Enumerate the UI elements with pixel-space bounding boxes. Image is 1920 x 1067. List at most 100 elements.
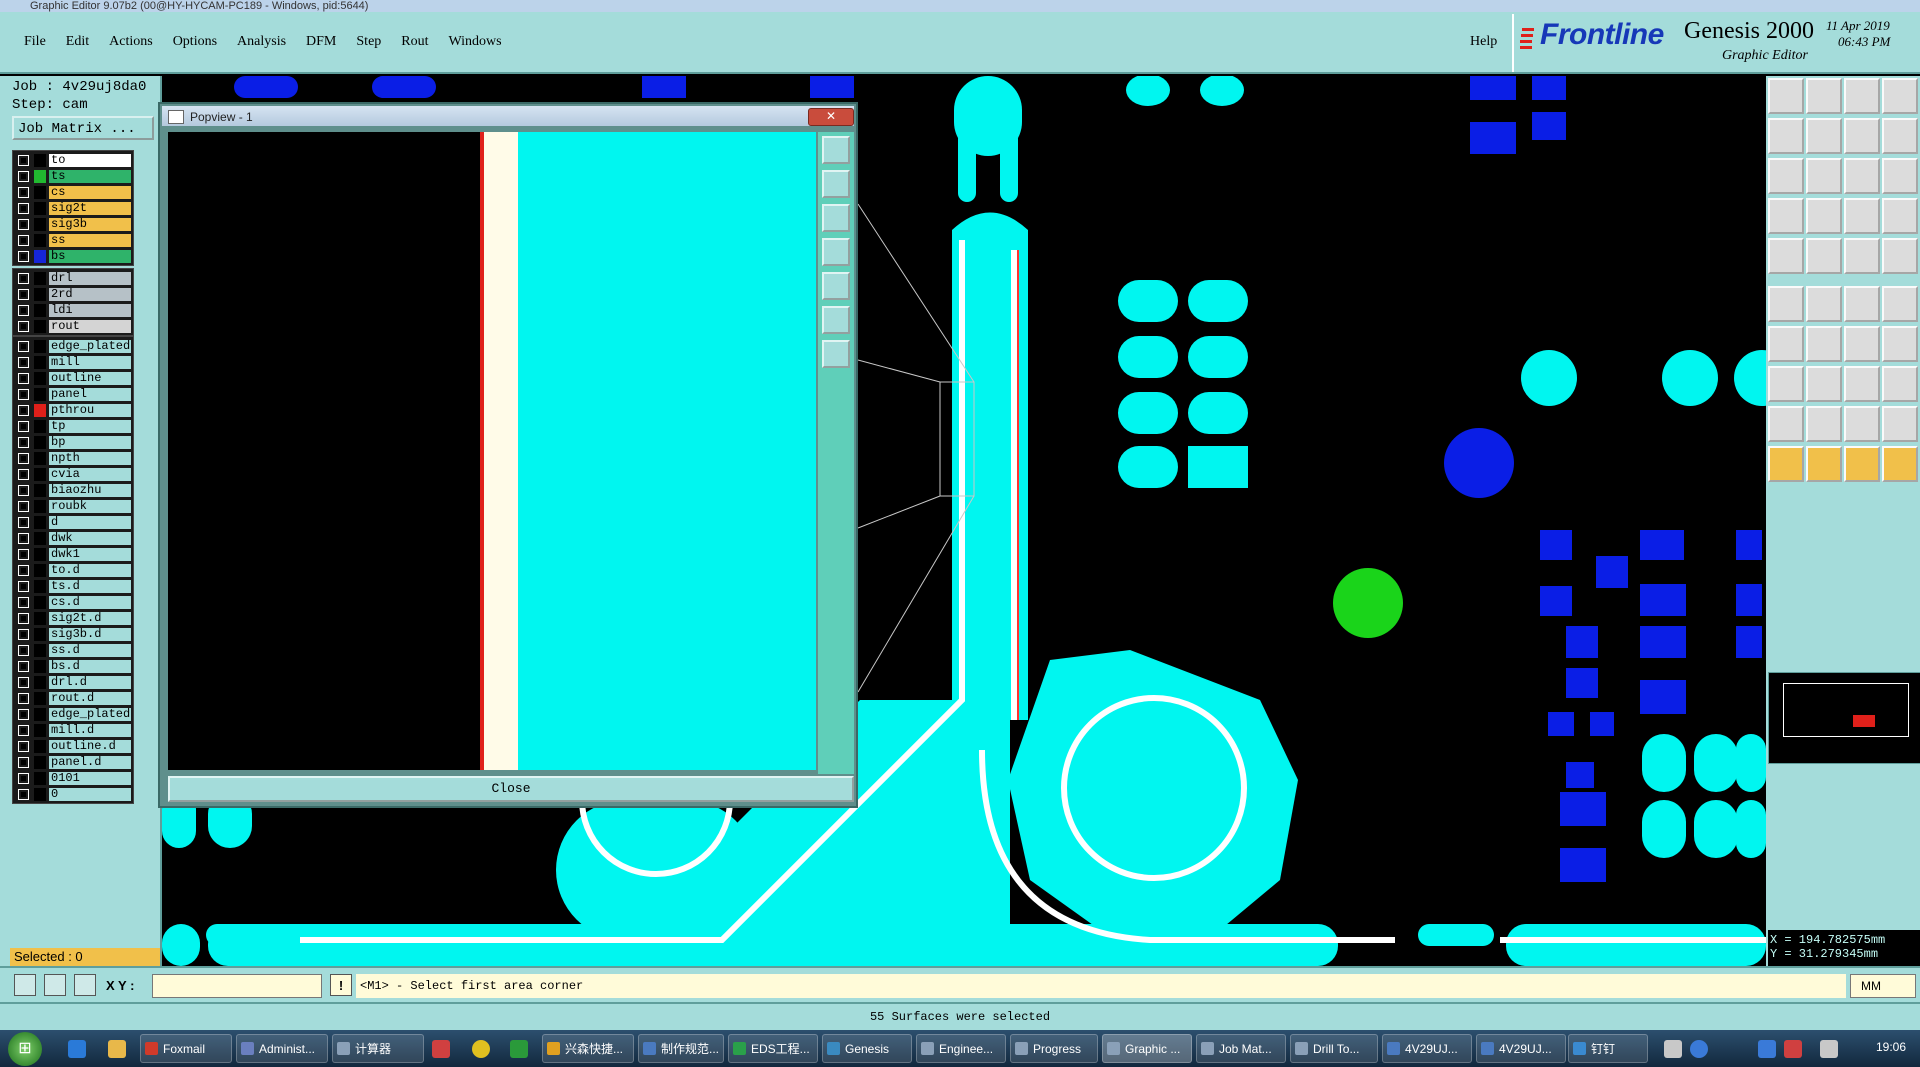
layer-row[interactable]: rout.d [13,690,133,706]
pan-icon[interactable] [1768,158,1804,194]
pointer3-icon[interactable] [1844,446,1880,482]
close-icon[interactable]: ✕ [808,108,854,126]
layer-color-swatch[interactable] [34,499,46,513]
layer-name[interactable]: sig3b.d [49,627,131,641]
triangle-icon[interactable] [1768,406,1804,442]
layer-color-swatch[interactable] [34,675,46,689]
layer-row[interactable]: drl.d [13,674,133,690]
layer-color-swatch[interactable] [34,387,46,401]
layer-row[interactable]: ldi [13,302,133,318]
zoom-out-icon[interactable] [822,306,850,334]
layer-name[interactable]: edge_plated [49,339,131,353]
layer-checkbox[interactable] [18,580,29,592]
layer-name[interactable]: drl [49,271,131,285]
layer-row[interactable]: ts.d [13,578,133,594]
layer-color-swatch[interactable] [34,403,46,417]
layer-checkbox[interactable] [18,154,29,166]
layer-row[interactable]: roubk [13,498,133,514]
menu-help[interactable]: Help [1460,34,1507,50]
pointer2-icon[interactable] [1806,446,1842,482]
layer-checkbox[interactable] [18,452,29,464]
layer-row[interactable]: biaozhu [13,482,133,498]
dot-icon[interactable] [1882,238,1918,274]
layout-icon[interactable] [1882,78,1918,114]
layer-name[interactable]: outline.d [49,739,131,753]
layer-color-swatch[interactable] [34,371,46,385]
layer-row[interactable]: panel [13,386,133,402]
triangle2-icon[interactable] [1806,406,1842,442]
taskbar-item[interactable]: Genesis [822,1034,912,1063]
folder-icon[interactable] [108,1040,126,1058]
volume-icon[interactable] [1820,1040,1838,1058]
query-icon[interactable] [1882,158,1918,194]
measure-icon[interactable] [44,974,66,996]
layer-name[interactable]: 0 [49,787,131,801]
layer-color-swatch[interactable] [34,319,46,333]
layer-name[interactable]: bs.d [49,659,131,673]
layer-name[interactable]: dwk1 [49,547,131,561]
zoom-window-icon[interactable] [822,136,850,164]
layer-checkbox[interactable] [18,660,29,672]
layer-checkbox[interactable] [18,596,29,608]
layer-row[interactable]: panel.d [13,754,133,770]
layer-checkbox[interactable] [18,170,29,182]
popview-canvas[interactable] [168,132,816,770]
layer-color-swatch[interactable] [34,723,46,737]
xy-input[interactable] [152,974,322,998]
ruler-icon[interactable] [1844,238,1880,274]
menu-options[interactable]: Options [163,34,227,50]
layer-checkbox[interactable] [18,644,29,656]
menu-step[interactable]: Step [346,34,391,50]
layer-checkbox[interactable] [18,692,29,704]
layer-name[interactable]: rout.d [49,691,131,705]
taskbar-item[interactable]: EDS工程... [728,1034,818,1063]
layer-name[interactable]: ss.d [49,643,131,657]
taskbar-item[interactable]: 制作规范... [638,1034,724,1063]
layer-name[interactable]: panel [49,387,131,401]
layer-row[interactable]: sig3b [13,216,133,232]
layer-color-swatch[interactable] [34,287,46,301]
layer-name[interactable]: ts.d [49,579,131,593]
layer-row[interactable]: edge_plated [13,706,133,722]
layer-checkbox[interactable] [18,304,29,316]
ie-icon[interactable] [68,1040,86,1058]
popview-close-button[interactable]: Close [168,776,854,802]
layer-color-swatch[interactable] [34,787,46,801]
layer-row[interactable]: to [13,152,133,168]
prompt-icon[interactable]: ! [330,974,352,996]
layer-color-swatch[interactable] [34,691,46,705]
drc-icon[interactable] [1882,198,1918,234]
layer-row[interactable]: ss [13,232,133,248]
layer-row[interactable]: sig2t [13,200,133,216]
layer-row[interactable]: tp [13,418,133,434]
network-icon[interactable] [1758,1040,1776,1058]
layer-row[interactable]: edge_plated [13,338,133,354]
layer-name[interactable]: sig2t.d [49,611,131,625]
layer-row[interactable]: rout [13,318,133,334]
layer-name[interactable]: 2rd [49,287,131,301]
node-icon[interactable] [1768,286,1804,322]
menu-dfm[interactable]: DFM [296,34,346,50]
layer-checkbox[interactable] [18,186,29,198]
layer-row[interactable]: outline.d [13,738,133,754]
layer-color-swatch[interactable] [34,303,46,317]
layer-row[interactable]: 0 [13,786,133,802]
layer-row[interactable]: pthrou [13,402,133,418]
layer-name[interactable]: edge_plated [49,707,131,721]
left-icon[interactable] [1768,118,1804,154]
layer-name[interactable]: to.d [49,563,131,577]
layer-row[interactable]: sig3b.d [13,626,133,642]
layer-color-swatch[interactable] [34,547,46,561]
layer-checkbox[interactable] [18,612,29,624]
layer-color-swatch[interactable] [34,435,46,449]
layer-color-swatch[interactable] [34,739,46,753]
layer-row[interactable]: d [13,514,133,530]
layer-checkbox[interactable] [18,740,29,752]
layer-name[interactable]: sig2t [49,201,131,215]
taskbar-item[interactable]: Administ... [236,1034,328,1063]
layer-checkbox[interactable] [18,516,29,528]
layer-checkbox[interactable] [18,564,29,576]
layer-color-swatch[interactable] [34,643,46,657]
connect-icon[interactable] [1806,198,1842,234]
app-icon[interactable] [432,1040,450,1058]
